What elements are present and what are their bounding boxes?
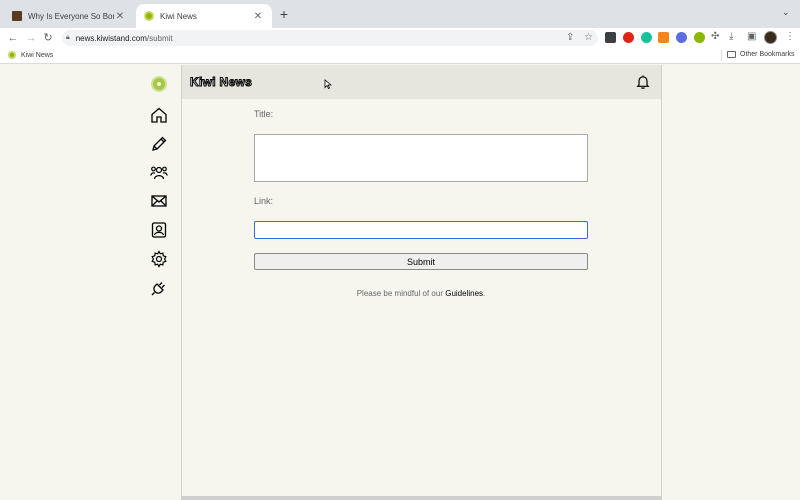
link-label: Link: [254,196,274,206]
chevron-down-icon[interactable]: ⌄ [782,7,790,18]
kebab-menu-icon[interactable]: ⋮ [785,31,795,42]
screen-ext-icon[interactable] [605,32,616,43]
pencil-icon[interactable] [150,135,168,153]
lock-icon: 🔒︎ [66,34,70,41]
bookmarks-bar: Kiwi News Other Bookmarks [0,48,800,64]
reload-icon[interactable]: ↻ [41,31,55,45]
grammarly-ext-icon[interactable] [641,32,652,43]
main-panel: Kiwi News [181,65,662,500]
guidelines-link[interactable]: Guidelines [445,289,483,298]
kiwi-icon [144,11,154,21]
other-bookmarks-label: Other Bookmarks [740,51,795,58]
title-field[interactable] [254,134,588,182]
metamask-ext-icon[interactable] [658,32,669,43]
mail-icon[interactable] [150,192,168,210]
url-host: news.kiwistand.com [75,33,147,43]
avatar[interactable] [764,31,777,44]
guidelines-note: Please be mindful of our Guidelines. [254,289,588,298]
page-header: Kiwi News [182,65,661,99]
forward-arrow-icon[interactable]: → [24,31,38,45]
horizontal-scrollbar[interactable] [181,496,662,500]
submit-button[interactable]: Submit [254,253,588,270]
browser-toolbar: ← → ↻ 🔒︎ news.kiwistand.com/submit ⇪ ☆ ✣… [0,28,800,48]
settings-ext-icon[interactable] [676,32,687,43]
address-bar[interactable]: 🔒︎ news.kiwistand.com/submit ⇪ ☆ [62,30,598,46]
browser-tab-inactive[interactable]: Why Is Everyone So Boring? - I ✕ [4,4,134,28]
bell-icon[interactable] [635,74,651,90]
profile-icon[interactable] [150,221,168,239]
home-icon[interactable] [150,106,168,124]
bookmark-label: Kiwi News [21,51,54,59]
new-tab-button[interactable]: + [276,6,292,22]
title-label: Title: [254,109,274,119]
kiwi-ext-icon[interactable] [694,32,705,43]
opera-ext-icon[interactable] [623,32,634,43]
note-suffix: . [483,289,486,298]
bookmark-kiwi-news[interactable]: Kiwi News [8,51,53,59]
folder-icon [727,51,736,58]
settings-icon[interactable] [150,250,168,268]
close-icon[interactable]: ✕ [252,11,264,22]
browser-tab-active[interactable]: Kiwi News ✕ [136,4,272,28]
url-path: /submit [146,33,173,43]
mouse-cursor-icon [324,79,332,89]
brand-title[interactable]: Kiwi News [189,75,252,90]
side-panel-icon[interactable]: ▣ [747,31,756,42]
kiwi-logo[interactable] [151,76,167,92]
back-arrow-icon[interactable]: ← [6,31,20,45]
tab-title: Why Is Everyone So Boring? - I [28,11,114,21]
download-icon[interactable]: ⤓ [729,31,733,42]
puzzle-icon[interactable]: ✣ [711,31,719,42]
community-icon[interactable] [150,164,168,182]
plug-icon[interactable] [150,279,168,297]
note-prefix: Please be mindful of our [356,289,446,298]
share-icon[interactable]: ⇪ [566,32,574,43]
divider [721,50,722,61]
other-bookmarks[interactable]: Other Bookmarks [727,51,794,58]
book-cover-icon [12,11,22,21]
tab-title: Kiwi News [160,11,197,21]
star-icon[interactable]: ☆ [584,32,593,43]
close-icon[interactable]: ✕ [114,11,126,22]
tab-strip: Why Is Everyone So Boring? - I ✕ Kiwi Ne… [0,0,800,28]
link-field[interactable] [254,221,588,239]
kiwi-icon [8,51,16,59]
